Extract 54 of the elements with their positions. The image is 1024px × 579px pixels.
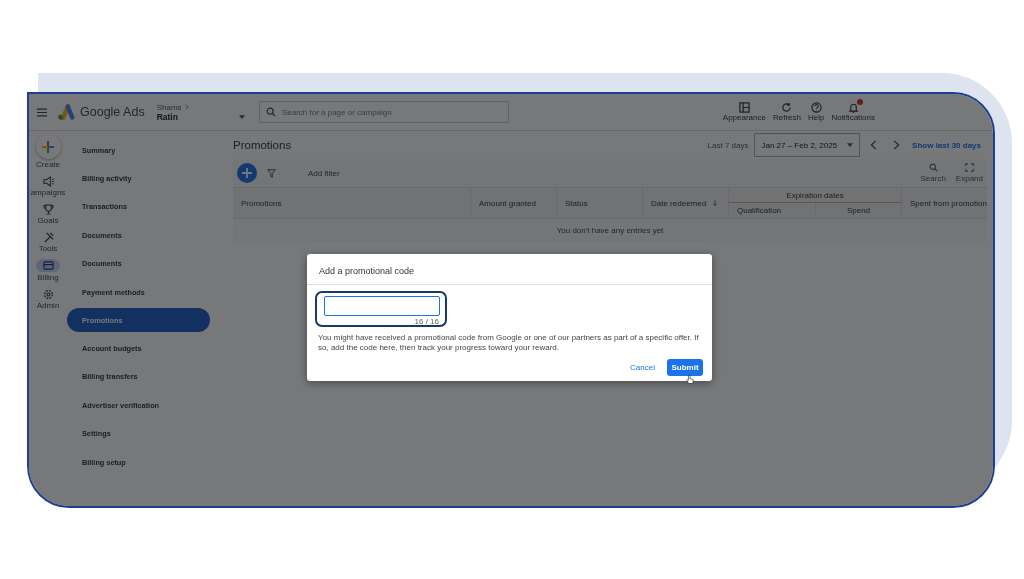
tools-icon	[42, 231, 54, 243]
rail-item[interactable]: Tools	[38, 231, 58, 253]
caret-icon[interactable]	[238, 114, 245, 119]
search-icon	[928, 163, 938, 172]
toolbar-action[interactable]: Notifications	[831, 102, 875, 122]
empty-message: You don't have any entries yet	[555, 225, 665, 237]
account-name[interactable]: Ratin	[156, 111, 178, 122]
account-parent[interactable]: Shams	[156, 102, 182, 112]
submit-button[interactable]: Submit	[667, 359, 703, 376]
add-button[interactable]	[237, 163, 257, 183]
column-header[interactable]: Amount granted	[471, 188, 557, 218]
plus-icon	[41, 139, 55, 154]
refresh-icon	[781, 102, 793, 113]
expand-icon	[964, 163, 974, 172]
chevron-icon	[184, 104, 190, 110]
promo-code-field[interactable]	[324, 296, 440, 316]
trophy-icon	[42, 203, 54, 215]
megaphone-icon	[42, 175, 54, 187]
caret-icon	[847, 143, 854, 147]
dialog-title: Add a promotional code	[307, 254, 712, 285]
cancel-button[interactable]: Cancel	[626, 359, 659, 376]
help-icon	[810, 102, 822, 113]
column-group-header: Expiration dates	[729, 188, 902, 203]
next-icon[interactable]	[892, 140, 901, 150]
toolbar-action[interactable]: Refresh	[772, 102, 801, 122]
rail-item[interactable]: ampaigns	[30, 175, 66, 197]
search-icon	[265, 106, 276, 117]
panels-icon	[738, 102, 750, 113]
card-icon	[42, 260, 54, 271]
column-header[interactable]: Spend	[816, 203, 902, 218]
add-filter-button[interactable]: Add filter	[308, 168, 340, 178]
help-text: You might have received a promotional code from Google or one of our partners as part of a specific offer. If so, add the code here, then track your progress toward your reward.	[318, 333, 700, 353]
table-tool[interactable]: Search	[920, 163, 946, 183]
rail-item[interactable]: Goals	[37, 203, 59, 225]
menu-icon[interactable]	[37, 107, 47, 117]
previous-icon[interactable]	[870, 140, 879, 150]
character-counter: 16 / 16	[414, 317, 439, 326]
column-header[interactable]: Qualification	[729, 203, 816, 218]
column-header[interactable]: Spent from promotion	[902, 188, 987, 218]
rail-item[interactable]: Admin	[36, 288, 60, 310]
gear-icon	[42, 288, 54, 300]
filter-icon[interactable]	[267, 168, 276, 178]
column-header[interactable]: Promotions	[233, 188, 471, 218]
date-range-picker[interactable]: Jan 27 – Feb 2, 2025	[754, 133, 861, 157]
toolbar-action[interactable]: Help	[807, 102, 825, 122]
column-header[interactable]: Date redeemed	[643, 188, 729, 218]
column-header[interactable]: Status	[557, 188, 643, 218]
bell-icon	[847, 102, 859, 113]
brand-name: Google Ads	[80, 105, 145, 119]
range-label: Last 7 days	[707, 140, 749, 150]
logo-icon	[57, 104, 75, 120]
show-period-link[interactable]: Show last 30 days	[912, 140, 981, 150]
page-title: Promotions	[233, 139, 292, 151]
toolbar-action[interactable]: Appearance	[722, 102, 766, 122]
